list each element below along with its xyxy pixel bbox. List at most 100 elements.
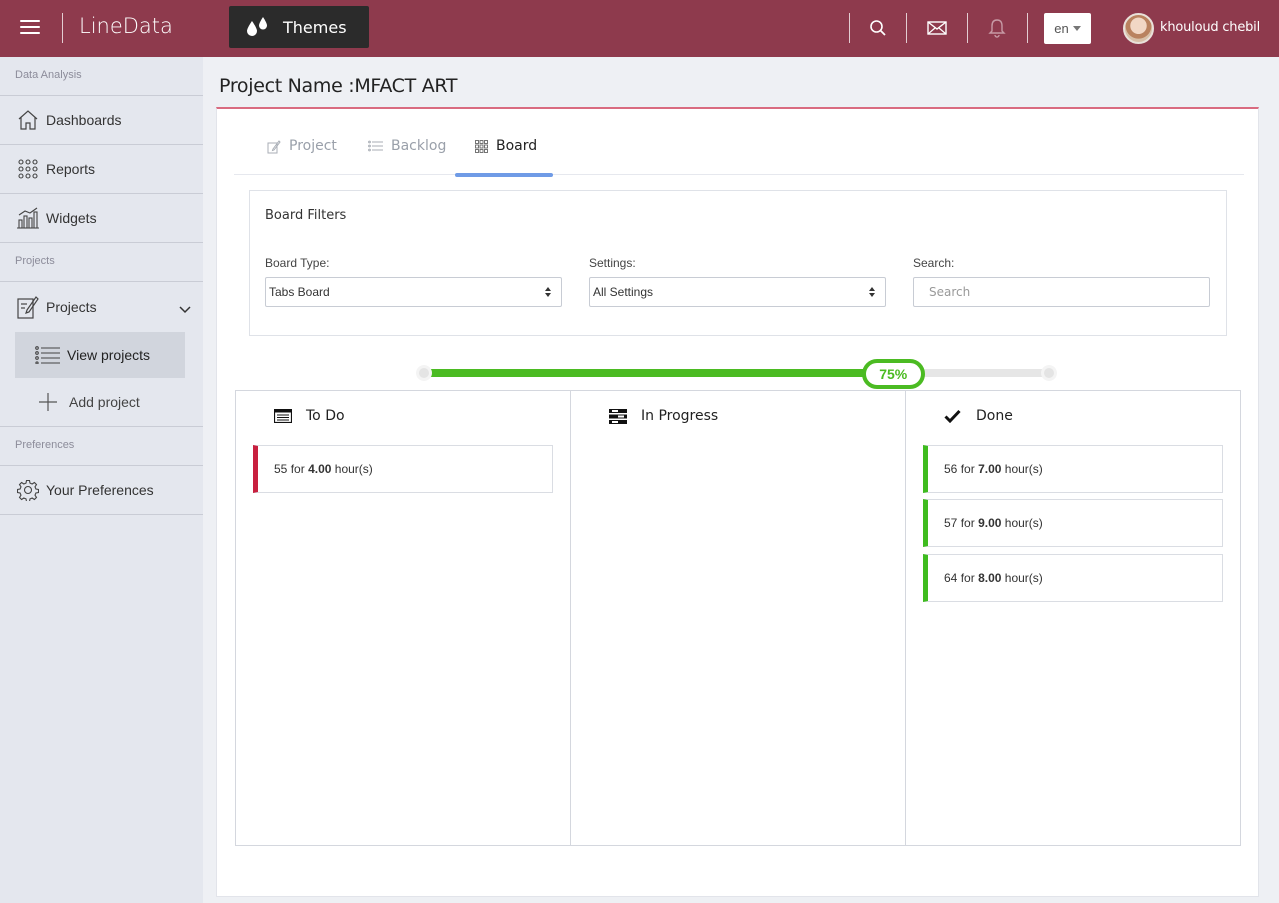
list-icon xyxy=(35,344,61,366)
mail-icon[interactable] xyxy=(923,14,951,42)
list-icon xyxy=(368,140,383,156)
sidebar-item-dashboards[interactable]: Dashboards xyxy=(0,96,203,145)
column-title: In Progress xyxy=(641,408,719,424)
board-type-value: Tabs Board xyxy=(269,285,330,299)
sidebar-item-view-projects[interactable]: View projects xyxy=(15,332,185,378)
username[interactable]: khouloud chebil xyxy=(1160,20,1260,35)
task-for: for xyxy=(960,462,975,476)
language-select[interactable]: en xyxy=(1044,13,1091,44)
bar-chart-icon xyxy=(16,206,40,230)
themes-button[interactable]: Themes xyxy=(229,6,369,48)
task-unit: hour(s) xyxy=(1004,571,1043,585)
drops-icon xyxy=(247,17,267,36)
page-title: Project Name :MFACT ART xyxy=(219,75,458,97)
search-label: Search: xyxy=(913,256,955,270)
caret-down-icon xyxy=(1072,26,1081,31)
sidebar-item-label: Reports xyxy=(46,161,96,177)
app-brand[interactable]: LineData xyxy=(79,14,173,38)
task-for: for xyxy=(290,462,305,476)
edit-document-icon xyxy=(267,140,281,158)
chevron-down-icon xyxy=(179,301,191,317)
themes-label: Themes xyxy=(283,17,347,37)
search-input[interactable]: Search xyxy=(913,277,1210,307)
task-unit: hour(s) xyxy=(1004,516,1043,530)
hamburger-menu-icon[interactable] xyxy=(18,16,42,40)
settings-select[interactable]: All Settings xyxy=(589,277,886,307)
sidebar-item-reports[interactable]: Reports xyxy=(0,145,203,194)
divider xyxy=(906,13,907,43)
main-content: Project Name :MFACT ART Project Backlog … xyxy=(203,57,1273,903)
sidebar: Data Analysis Dashboards Reports Widgets… xyxy=(0,57,203,903)
task-id: 64 xyxy=(944,571,958,585)
section-projects: Projects xyxy=(0,243,203,282)
task-card[interactable]: 55 for 4.00 hour(s) xyxy=(253,445,553,493)
column-todo: To Do 55 for 4.00 hour(s) xyxy=(235,390,571,846)
progress-start-knob xyxy=(416,365,432,381)
project-card: Project Backlog Board Board Filters Boar… xyxy=(216,107,1259,897)
board-filters: Board Filters Board Type: Tabs Board Set… xyxy=(249,190,1227,336)
sort-arrows-icon xyxy=(545,287,551,297)
divider xyxy=(849,13,850,43)
tab-label: Project xyxy=(289,138,337,154)
tab-project[interactable]: Project xyxy=(267,138,337,175)
search-icon[interactable] xyxy=(864,14,892,42)
progress-badge: 75% xyxy=(861,359,925,389)
task-hours: 9.00 xyxy=(978,516,1002,530)
top-bar: LineData Themes en khouloud chebil xyxy=(0,0,1279,57)
kanban-board: To Do 55 for 4.00 hour(s) In Progress Do… xyxy=(235,390,1241,846)
tab-board[interactable]: Board xyxy=(454,138,554,177)
home-icon xyxy=(16,108,40,132)
progress-fill xyxy=(424,369,893,377)
board-filters-title: Board Filters xyxy=(265,208,347,223)
sub-item-wrap: Add project xyxy=(0,379,203,426)
tab-label: Board xyxy=(496,138,538,154)
sidebar-item-label: Add project xyxy=(69,394,140,410)
divider xyxy=(62,13,63,43)
settings-value: All Settings xyxy=(593,285,654,299)
plus-icon xyxy=(37,391,63,413)
progress-slider: 75% xyxy=(416,359,1057,389)
sub-item-wrap: View projects xyxy=(0,332,203,379)
projects-group: Projects View projects Add project xyxy=(0,282,203,427)
column-title: To Do xyxy=(306,408,345,424)
board-type-label: Board Type: xyxy=(265,256,330,270)
tab-bar: Project Backlog Board xyxy=(234,109,1244,177)
task-for: for xyxy=(960,571,975,585)
task-hours: 4.00 xyxy=(308,462,332,476)
sidebar-item-projects[interactable]: Projects xyxy=(0,282,203,332)
task-id: 57 xyxy=(944,516,958,530)
sidebar-item-label: Widgets xyxy=(46,210,97,226)
edit-document-icon xyxy=(16,295,40,319)
divider xyxy=(967,13,968,43)
task-for: for xyxy=(960,516,975,530)
column-done: Done 56 for 7.00 hour(s) 57 for 9.00 hou… xyxy=(905,390,1241,846)
task-card[interactable]: 64 for 8.00 hour(s) xyxy=(923,554,1223,602)
column-header: Done xyxy=(944,408,1013,424)
tasks-icon xyxy=(609,408,629,424)
avatar[interactable] xyxy=(1123,13,1154,44)
tab-label: Backlog xyxy=(391,138,447,154)
check-icon xyxy=(944,409,964,423)
task-card[interactable]: 57 for 9.00 hour(s) xyxy=(923,499,1223,547)
board-type-select[interactable]: Tabs Board xyxy=(265,277,562,307)
task-id: 55 xyxy=(274,462,288,476)
sidebar-item-label: View projects xyxy=(67,347,151,363)
sidebar-item-your-preferences[interactable]: Your Preferences xyxy=(0,466,203,515)
tab-backlog[interactable]: Backlog xyxy=(368,138,446,175)
sidebar-item-widgets[interactable]: Widgets xyxy=(0,194,203,243)
section-data-analysis: Data Analysis xyxy=(0,57,203,96)
bell-icon[interactable] xyxy=(983,14,1011,42)
task-unit: hour(s) xyxy=(334,462,373,476)
progress-end-knob xyxy=(1041,365,1057,381)
grid-dots-icon xyxy=(16,157,40,181)
language-value: en xyxy=(1054,21,1069,36)
column-in-progress: In Progress xyxy=(570,390,906,846)
column-header: To Do xyxy=(274,408,345,424)
settings-label: Settings: xyxy=(589,256,636,270)
sidebar-item-add-project[interactable]: Add project xyxy=(15,379,185,425)
divider xyxy=(1027,13,1028,43)
task-id: 56 xyxy=(944,462,958,476)
sidebar-item-label: Your Preferences xyxy=(46,482,154,498)
column-header: In Progress xyxy=(609,408,718,424)
task-card[interactable]: 56 for 7.00 hour(s) xyxy=(923,445,1223,493)
